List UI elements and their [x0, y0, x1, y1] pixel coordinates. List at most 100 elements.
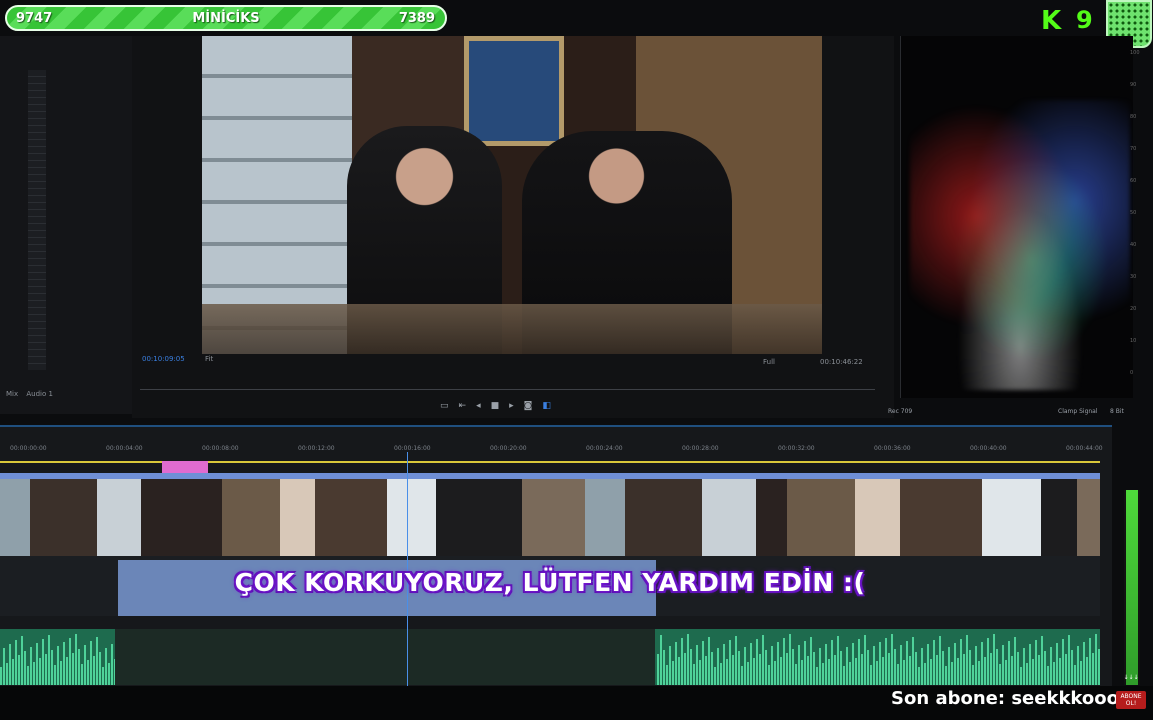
step-forward-icon[interactable]: ▸	[509, 401, 524, 411]
waveform-bar	[810, 637, 812, 685]
waveform-bar	[24, 651, 26, 685]
scope-tick-label: 20	[1130, 306, 1137, 312]
stop-icon[interactable]: ■	[491, 401, 510, 411]
export-icon[interactable]: ◧	[542, 401, 561, 411]
video-clip[interactable]	[30, 473, 97, 558]
master-level-fill	[1126, 490, 1138, 685]
waveform-bar	[714, 667, 716, 685]
waveform-bar	[36, 643, 38, 685]
waveform-bar	[735, 636, 737, 685]
video-clip[interactable]	[855, 473, 900, 558]
video-clip[interactable]	[0, 473, 30, 558]
scope-tick-label: 50	[1130, 210, 1137, 216]
waveform-bar	[963, 654, 965, 685]
fit-dropdown[interactable]: Fit	[205, 355, 213, 363]
scope-tick-label: 70	[1130, 146, 1137, 152]
goal-right-value: 7389	[398, 11, 435, 26]
mark-in-icon[interactable]: ⇤	[459, 401, 477, 411]
waveform-bar	[741, 666, 743, 685]
video-clip[interactable]	[387, 473, 436, 558]
waveform-bar	[945, 666, 947, 685]
waveform-bar	[777, 642, 779, 685]
waveform-bar	[669, 646, 671, 685]
mixer-tabs: Mix Audio 1	[0, 390, 132, 402]
camera-icon[interactable]: ◙	[524, 401, 543, 411]
stream-caption: ÇOK KORKUYORUZ, LÜTFEN YARDIM EDİN :(	[234, 568, 866, 597]
video-clip[interactable]	[625, 473, 702, 558]
waveform-bar	[1089, 638, 1091, 685]
waveform-bar	[1038, 655, 1040, 685]
video-clip[interactable]	[436, 473, 522, 558]
video-clip[interactable]	[97, 473, 141, 558]
video-preview[interactable]	[202, 36, 822, 354]
waveform-bar	[768, 665, 770, 685]
video-clip[interactable]	[315, 473, 387, 558]
goal-title: MİNİCİKS	[192, 11, 260, 26]
video-clip[interactable]	[141, 473, 222, 558]
waveform-bar	[972, 665, 974, 685]
scope-tick-label: 10	[1130, 338, 1137, 344]
waveform-bar	[663, 650, 665, 685]
waveform-bar	[933, 640, 935, 685]
video-clip[interactable]	[756, 473, 787, 558]
waveform-bar	[84, 645, 86, 685]
color-space-label[interactable]: Rec 709	[888, 408, 912, 415]
waveform-bar	[66, 657, 68, 685]
video-clip[interactable]	[585, 473, 625, 558]
playhead-timecode[interactable]: 00:10:09:05	[142, 355, 185, 363]
waveform-bar	[789, 634, 791, 685]
timeline-marker[interactable]	[162, 461, 208, 473]
waveform-bar	[885, 638, 887, 685]
clamp-signal-checkbox[interactable]: Clamp Signal	[1058, 408, 1098, 415]
video-clip[interactable]	[1077, 473, 1100, 558]
video-clip[interactable]	[222, 473, 280, 558]
waveform-bar	[918, 667, 920, 685]
waveform-bar	[912, 637, 914, 685]
video-clip[interactable]	[787, 473, 855, 558]
waveform-bar	[15, 640, 17, 685]
subscribe-badge-line-1: ABONE	[1120, 693, 1142, 700]
waveform-bar	[99, 652, 101, 685]
waveform-bar	[705, 656, 707, 685]
video-clip[interactable]	[522, 473, 585, 558]
scope-scale: 100 90 80 70 60 50 40 30 20 10 0	[1130, 50, 1150, 400]
waveform-bar	[1050, 647, 1052, 685]
monitor-scrub-bar[interactable]	[140, 389, 875, 390]
video-track[interactable]	[0, 473, 1100, 558]
waveform-bar	[1047, 666, 1049, 685]
rgb-parade-waveform	[910, 100, 1130, 390]
waveform-bar	[12, 659, 14, 685]
ruler-tick-label: 00:00:16:00	[394, 445, 431, 452]
waveform-bar	[978, 661, 980, 685]
waveform-bar	[780, 657, 782, 685]
waveform-bar	[1059, 658, 1061, 685]
waveform-bar	[756, 639, 758, 685]
waveform-bar	[54, 665, 56, 685]
subscribe-badge: ↓↓↓ ABONE OL!	[1116, 674, 1146, 709]
ruler-tick-label: 00:00:40:00	[970, 445, 1007, 452]
video-clip[interactable]	[702, 473, 756, 558]
safe-margins-icon[interactable]: ▭	[440, 401, 459, 411]
video-clip[interactable]	[900, 473, 982, 558]
video-clip[interactable]	[280, 473, 315, 558]
quality-dropdown[interactable]: Full	[763, 358, 775, 366]
tab-mix[interactable]: Mix	[6, 390, 18, 398]
waveform-bar	[108, 663, 110, 685]
waveform-bar	[903, 660, 905, 685]
waveform-bar	[786, 653, 788, 685]
waveform-bar	[891, 634, 893, 685]
waveform-bar	[57, 646, 59, 685]
waveform-bar	[738, 651, 740, 685]
waveform-bar	[951, 662, 953, 685]
waveform-bar	[87, 660, 89, 685]
step-back-icon[interactable]: ◂	[476, 401, 491, 411]
ruler-tick-label: 00:00:36:00	[874, 445, 911, 452]
waveform-bar	[861, 654, 863, 685]
video-clip[interactable]	[1041, 473, 1077, 558]
video-clip[interactable]	[982, 473, 1041, 558]
bit-depth-label[interactable]: 8 Bit	[1110, 408, 1124, 415]
waveform-bar	[111, 644, 113, 685]
timeline-ruler[interactable]	[0, 440, 1100, 463]
tab-audio-1[interactable]: Audio 1	[26, 390, 53, 398]
ruler-tick-label: 00:00:24:00	[586, 445, 623, 452]
